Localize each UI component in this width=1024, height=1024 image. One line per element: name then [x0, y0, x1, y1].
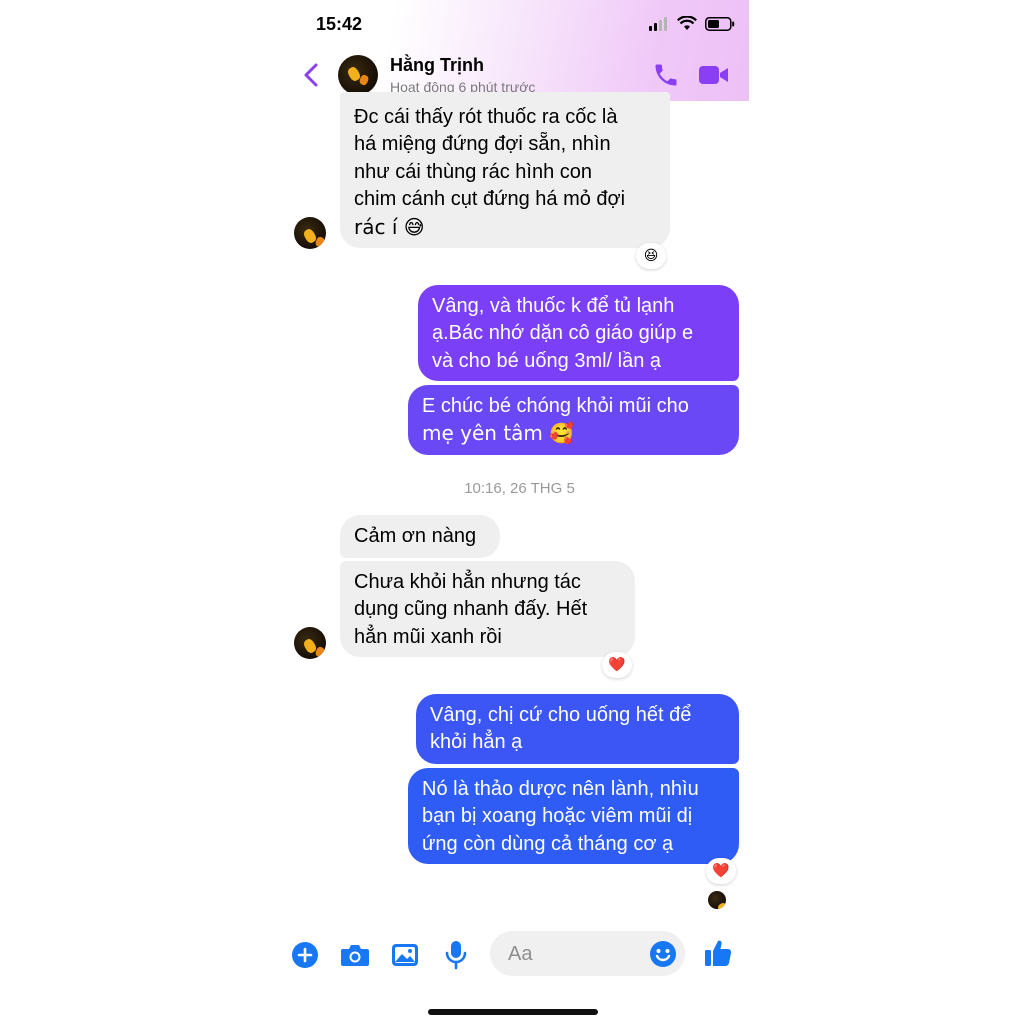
message-line: dụng cũng nhanh đấy. Hết	[354, 598, 588, 621]
home-indicator	[428, 1009, 598, 1015]
battery-icon	[705, 16, 735, 31]
message-line: như cái thùng rác hình con	[354, 160, 592, 183]
message-reaction[interactable]: 😆	[636, 243, 666, 269]
message-input-placeholder: Aa	[508, 943, 533, 965]
add-button[interactable]	[290, 940, 320, 970]
timestamp-divider: 10:16, 26 THG 5	[464, 480, 575, 497]
signal-icon	[649, 16, 667, 31]
contact-avatar[interactable]	[338, 55, 378, 95]
outgoing-message-bubble[interactable]: E chúc bé chóng khỏi mũi cho mẹ yên tâm …	[408, 385, 739, 455]
back-button[interactable]	[296, 58, 328, 92]
status-icons	[649, 16, 735, 31]
contact-name[interactable]: Hằng Trịnh	[390, 55, 484, 76]
microphone-icon	[445, 941, 467, 970]
voice-call-button[interactable]	[650, 60, 682, 90]
gallery-button[interactable]	[390, 940, 420, 970]
plus-circle-icon	[292, 942, 318, 968]
status-time: 15:42	[316, 14, 363, 34]
messenger-screen: 15:42 Hằng Trịnh Hoạt động 6 phút trước	[290, 0, 749, 1024]
message-line: ứng còn dùng cả tháng cơ ạ	[422, 832, 674, 855]
sender-avatar[interactable]	[294, 627, 326, 659]
video-call-button[interactable]	[698, 60, 730, 90]
outgoing-message-bubble[interactable]: Vâng, chị cứ cho uống hết để khỏi hẳn ạ	[416, 694, 739, 764]
message-line: E chúc bé chóng khỏi mũi cho	[422, 395, 689, 417]
outgoing-message-bubble[interactable]: Vâng, và thuốc k để tủ lạnh ạ.Bác nhớ dặ…	[418, 285, 739, 381]
message-line: Nó là thảo dược nên lành, nhìu	[422, 778, 699, 800]
incoming-message-bubble[interactable]: Cảm ơn nàng	[340, 515, 500, 558]
sender-avatar[interactable]	[294, 217, 326, 249]
message-line: hẳn mũi xanh rồi	[354, 625, 502, 648]
message-line: há miệng đứng đợi sẵn, nhìn	[354, 133, 611, 156]
image-icon	[392, 944, 418, 966]
voice-message-button[interactable]	[441, 940, 471, 970]
wifi-icon	[677, 16, 697, 30]
smiley-icon[interactable]	[649, 940, 677, 968]
message-line: Vâng, và thuốc k để tủ lạnh	[432, 295, 675, 317]
camera-button[interactable]	[340, 940, 370, 970]
incoming-message-bubble[interactable]: Chưa khỏi hẳn nhưng tác dụng cũng nhanh …	[340, 561, 635, 657]
message-line: khỏi hẳn ạ	[430, 731, 523, 754]
chevron-left-icon	[304, 63, 318, 87]
message-line: Cảm ơn nàng	[354, 525, 477, 547]
message-line: ạ.Bác nhớ dặn cô giáo giúp e	[432, 322, 694, 345]
message-line: Chưa khỏi hẳn nhưng tác	[354, 571, 581, 593]
heart-reaction[interactable]: ❤️	[706, 858, 736, 884]
video-camera-icon	[699, 66, 728, 84]
message-line: Đc cái thấy rót thuốc ra cốc là	[354, 106, 618, 128]
message-line: rác í 😅	[354, 214, 425, 239]
phone-icon	[655, 64, 677, 86]
message-line: mẹ yên tâm 🥰	[422, 421, 575, 446]
message-line: chim cánh cụt đứng há mỏ đợi	[354, 188, 626, 211]
thumbs-up-icon	[705, 940, 732, 966]
incoming-message-bubble[interactable]: Đc cái thấy rót thuốc ra cốc là há miệng…	[340, 92, 670, 248]
like-button[interactable]	[703, 938, 733, 968]
message-line: và cho bé uống 3ml/ lần ạ	[432, 349, 662, 372]
seen-receipt-avatar	[708, 891, 726, 909]
outgoing-message-bubble[interactable]: Nó là thảo dược nên lành, nhìu bạn bị xo…	[408, 768, 739, 864]
message-input[interactable]: Aa	[490, 931, 685, 976]
camera-icon	[341, 945, 369, 966]
heart-reaction[interactable]: ❤️	[602, 652, 632, 678]
message-line: bạn bị xoang hoặc viêm mũi dị	[422, 805, 693, 828]
message-line: Vâng, chị cứ cho uống hết để	[430, 704, 692, 726]
